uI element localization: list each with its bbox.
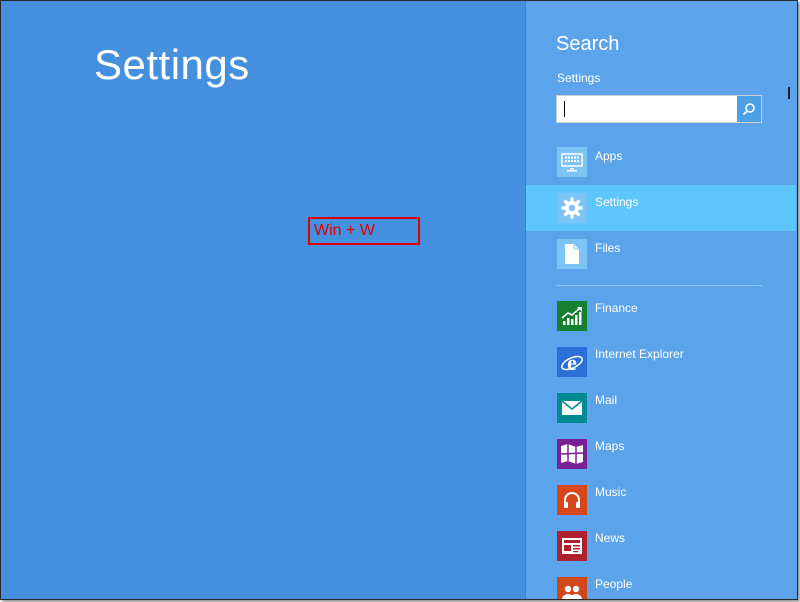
search-input[interactable]: [557, 96, 741, 120]
app-item-people[interactable]: People: [526, 577, 796, 599]
news-tile: [557, 531, 587, 561]
app-item-mail[interactable]: Mail: [526, 393, 796, 439]
search-button[interactable]: [737, 96, 761, 122]
internet-explorer-tile: e: [557, 347, 587, 377]
mail-tile: [557, 393, 587, 423]
app-item-news[interactable]: News: [526, 531, 796, 577]
search-pane-title: Search: [556, 33, 620, 55]
internet-explorer-icon: e: [561, 350, 583, 375]
app-item-label: Internet Explorer: [595, 347, 684, 361]
search-pane: Search Settings Apps Settings Files Fina…: [525, 1, 797, 599]
settings-tile: [557, 193, 587, 223]
file-icon: [565, 244, 579, 264]
chart-icon: [561, 307, 582, 325]
people-icon: [562, 585, 582, 599]
app-item-music[interactable]: Music: [526, 485, 796, 531]
text-caret: [564, 101, 565, 117]
gear-icon: [561, 197, 583, 219]
mail-icon: [561, 400, 583, 415]
apps-tile: [557, 147, 587, 177]
music-tile: [557, 485, 587, 515]
newspaper-icon: [562, 538, 582, 554]
app-item-internet-explorer[interactable]: e Internet Explorer: [526, 347, 796, 393]
app-item-label: News: [595, 531, 626, 545]
search-scope-label: Files: [595, 241, 621, 255]
svg-text:e: e: [567, 350, 577, 375]
app-window: Settings Win + W Search Settings Apps Se…: [0, 0, 798, 600]
divider: [556, 285, 762, 286]
app-item-label: People: [595, 577, 633, 591]
app-item-finance[interactable]: Finance: [526, 301, 796, 347]
app-item-label: Music: [595, 485, 627, 499]
search-scope-label: Settings: [595, 195, 639, 209]
search-scope-label: Apps: [595, 149, 623, 163]
finance-tile: [557, 301, 587, 331]
search-icon: [742, 103, 755, 116]
keyboard-icon: [561, 153, 583, 172]
map-icon: [560, 444, 584, 464]
cursor-mark: [788, 87, 790, 99]
search-scope-label: Settings: [557, 71, 601, 85]
search-scope-files[interactable]: Files: [526, 239, 796, 285]
maps-tile: [557, 439, 587, 469]
settings-background: Settings Win + W: [1, 1, 525, 599]
people-tile: [557, 577, 587, 599]
app-item-maps[interactable]: Maps: [526, 439, 796, 485]
search-box: [556, 95, 762, 123]
page-title: Settings: [94, 41, 250, 88]
app-item-label: Finance: [595, 301, 638, 315]
app-item-label: Maps: [595, 439, 625, 453]
files-tile: [557, 239, 587, 269]
search-scope-settings[interactable]: Settings: [526, 185, 796, 231]
headphones-icon: [564, 492, 580, 508]
shortcut-annotation: Win + W: [308, 217, 420, 245]
app-item-label: Mail: [595, 393, 618, 407]
